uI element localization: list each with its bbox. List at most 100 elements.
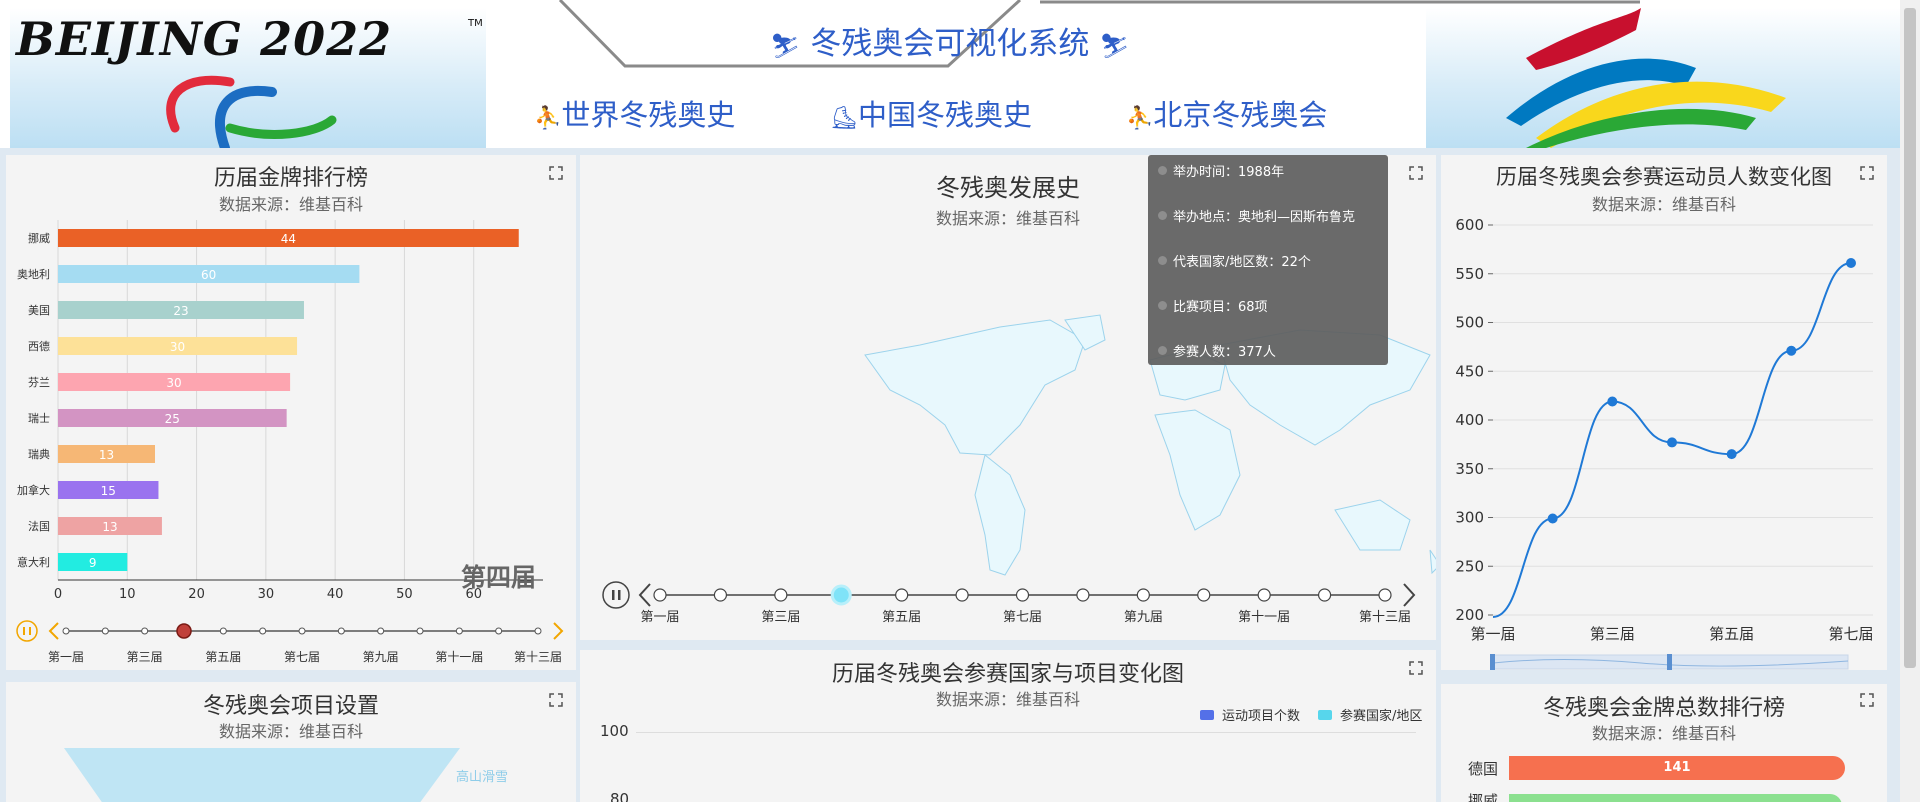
prev-icon[interactable] [638, 583, 651, 607]
bar-value-label: 30 [170, 340, 185, 354]
timeline-node[interactable] [955, 588, 969, 602]
athletes-panel: 历届冬残奥会参赛运动员人数变化图 数据来源：维基百科 200 250 300 350 4… [1441, 155, 1887, 670]
panel-source: 数据来源：维基百科 [1591, 724, 1736, 743]
data-point[interactable] [1726, 449, 1737, 460]
timeline-label: 第十一届 [1238, 610, 1290, 625]
next-icon[interactable] [1403, 583, 1416, 607]
data-point[interactable] [1667, 437, 1677, 448]
timeline-node[interactable] [1136, 588, 1150, 602]
nav-china-history[interactable]: ⛸中国冬残奥史 [830, 92, 1032, 134]
timeline-node[interactable] [298, 627, 306, 635]
bar-value-label: 44 [281, 232, 296, 246]
gold-total-bar[interactable]: 141 [1509, 756, 1845, 780]
panel-title: 冬残奥会项目设置 [202, 694, 379, 719]
legend-swatch [1200, 709, 1214, 720]
nav-world-history-label: 世界冬残奥史 [561, 98, 736, 132]
timeline-node[interactable] [1378, 588, 1392, 602]
fullscreen-icon[interactable] [1859, 692, 1875, 708]
tooltip-text: 举办地点：奥地利—因斯布鲁克 [1173, 210, 1356, 225]
pause-bar [29, 627, 31, 635]
y-tick-label: 80 [610, 790, 630, 802]
tooltip-text: 举办时间：1988年 [1173, 165, 1285, 180]
fullscreen-icon[interactable] [548, 692, 564, 708]
datazoom-slider[interactable] [1441, 650, 1887, 680]
data-point[interactable] [1607, 396, 1618, 407]
edition-label: 第四届 [461, 563, 537, 592]
timeline-label: 第十一届 [435, 650, 483, 664]
pause-icon[interactable] [16, 620, 38, 642]
data-point[interactable] [1786, 345, 1797, 356]
country-label: 芬兰 [28, 376, 50, 389]
timeline-node[interactable] [337, 627, 345, 635]
timeline-node[interactable] [1076, 588, 1090, 602]
bullet-icon [1158, 211, 1167, 220]
pause-icon[interactable] [602, 581, 630, 609]
bullet-icon [1158, 301, 1167, 310]
nav-beijing[interactable]: ⛹北京冬残奥会 [1126, 92, 1327, 134]
tooltip-text: 代表国家/地区数：22个 [1173, 255, 1311, 270]
timeline-node[interactable] [377, 627, 385, 635]
timeline-node[interactable] [1317, 588, 1332, 602]
timeline-node[interactable] [534, 627, 542, 635]
timeline-node[interactable] [1015, 588, 1030, 602]
scrollbar-thumb[interactable] [1904, 8, 1916, 668]
timeline-node[interactable] [774, 588, 788, 602]
x-tick-label: 第七届 [1828, 625, 1873, 643]
timeline-node[interactable] [713, 588, 728, 602]
timeline-node[interactable] [1197, 588, 1211, 602]
bar-value-label: 23 [173, 304, 188, 318]
legend-label[interactable]: 参赛国家/地区 [1340, 705, 1422, 724]
timeline-label: 第五届 [882, 610, 921, 625]
panel-source: 数据来源：维基百科 [218, 722, 363, 741]
timeline-node[interactable] [653, 588, 667, 602]
paralympic-agitos-icon [166, 75, 337, 148]
header-line-decoration [1040, 0, 1640, 4]
system-title-text: 冬残奥会可视化系统 [810, 26, 1090, 62]
funnel-label: 高山滑雪 [456, 770, 509, 785]
slider-handle-left[interactable] [1490, 654, 1495, 670]
prev-icon[interactable] [48, 622, 59, 640]
timeline-node[interactable] [455, 627, 463, 635]
nav-world-history[interactable]: ⛹世界冬残奥史 [534, 92, 735, 134]
data-point[interactable] [1846, 258, 1856, 269]
y-tick-label: 100 [600, 722, 629, 740]
bar-value-label: 30 [166, 376, 181, 390]
timeline-node[interactable] [219, 627, 227, 635]
timeline-node[interactable] [141, 627, 149, 635]
y-tick-label: 550 [1455, 265, 1484, 283]
bar-value-label: 13 [102, 520, 117, 534]
page-scrollbar[interactable] [1900, 0, 1920, 802]
timeline-node[interactable] [62, 627, 70, 635]
athlete-icon: ⛹ [1126, 106, 1154, 131]
timeline-node-active[interactable] [830, 584, 852, 606]
timeline-label: 第三届 [127, 650, 163, 664]
x-tick-label: 0 [54, 587, 62, 602]
gold-total-bar[interactable] [1509, 794, 1842, 802]
timeline-node[interactable] [895, 588, 909, 602]
timeline-node[interactable] [101, 627, 109, 635]
y-tick-label: 600 [1455, 216, 1484, 234]
next-icon[interactable] [553, 622, 564, 640]
timeline-node-active[interactable] [176, 623, 192, 639]
legend-swatch [1318, 709, 1333, 720]
slider-handle-right[interactable] [1667, 654, 1672, 670]
nav-china-history-label: 中国冬残奥史 [857, 98, 1032, 132]
country-label: 德国 [1468, 760, 1499, 778]
timeline-node[interactable] [259, 627, 267, 635]
y-tick-label: 400 [1455, 411, 1484, 429]
funnel-segment[interactable] [64, 748, 460, 802]
legend-label[interactable]: 运动项目个数 [1222, 705, 1300, 724]
beijing-2022-emblem-banner [1426, 8, 1900, 148]
skier-icon: ⛷ [1099, 32, 1130, 60]
bullet-icon [1158, 346, 1167, 355]
timeline-node[interactable] [495, 627, 503, 635]
country-label: 挪威 [28, 231, 50, 245]
timeline-node[interactable] [416, 627, 424, 635]
timeline-node[interactable] [1257, 588, 1271, 602]
bar-value-label: 25 [165, 412, 180, 426]
data-point[interactable] [1547, 513, 1558, 524]
history-timeline[interactable]: 第一届 第三届 第五届 第七届 第九届 第十一届 第十三届 [580, 573, 1436, 633]
nav-beijing-label: 北京冬残奥会 [1153, 98, 1328, 132]
fullscreen-icon[interactable] [1408, 660, 1424, 676]
country-label: 西德 [28, 339, 50, 353]
